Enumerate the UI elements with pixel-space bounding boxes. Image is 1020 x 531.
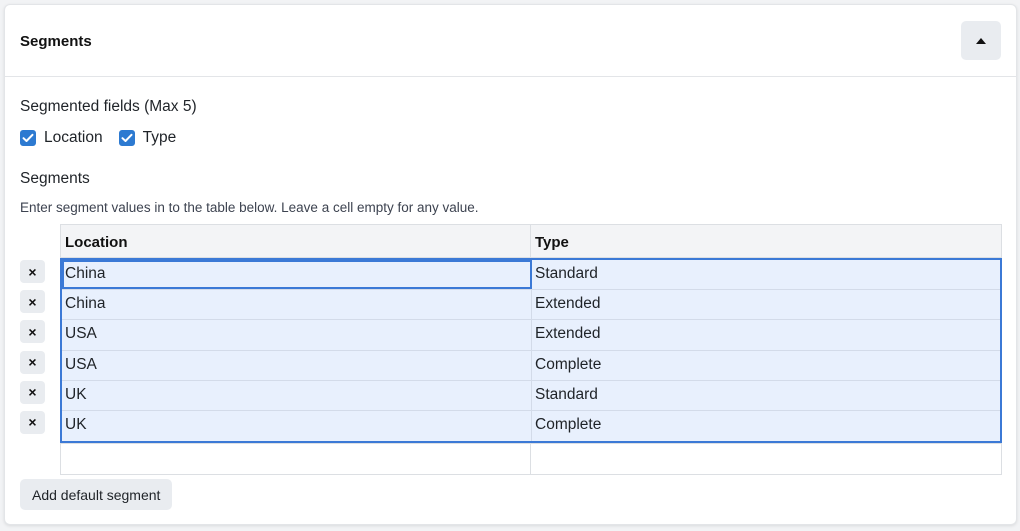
checkbox-label: Type [142,129,177,146]
cell-type[interactable]: Complete [532,351,1000,380]
panel-header: Segments [5,5,1016,77]
cell-type[interactable]: Standard [532,260,1000,289]
selected-rows: China Standard China Extended USA Extend… [60,258,1002,444]
segments-label: Segments [20,170,90,187]
checkmark-icon [22,133,34,142]
segments-table: Location Type China Standard China Exten… [60,224,1002,476]
cell-location-empty[interactable] [61,444,531,475]
segments-panel: Segments Segmented fields (Max 5) Locati… [4,4,1017,525]
checkbox-location[interactable] [20,130,36,146]
table-row: China Standard [62,260,1000,291]
caret-up-icon [976,37,986,44]
panel-title: Segments [20,33,92,50]
checkmark-icon [121,133,133,142]
cell-type[interactable]: Standard [532,381,1000,410]
delete-row-button[interactable]: × [20,350,45,374]
field-option-location[interactable]: Location [20,129,103,147]
collapse-button[interactable] [961,21,1001,60]
table-row: China Extended [62,290,1000,321]
delete-row-button[interactable]: × [20,380,45,404]
cell-location[interactable]: UK [62,380,532,410]
cell-location[interactable]: UK [62,410,532,442]
cell-location[interactable]: USA [62,320,532,350]
delete-row-button[interactable]: × [20,320,45,344]
segmented-fields-label: Segmented fields (Max 5) [20,98,197,115]
table-row: USA Extended [62,320,1000,351]
table-row: UK Standard [62,380,1000,411]
close-icon: × [28,354,37,371]
column-header-location: Location [61,225,531,257]
checkbox-label: Location [44,129,103,146]
table-row-empty [61,443,1001,475]
column-header-type: Type [535,234,569,251]
table-header: Location Type [61,225,1001,258]
cell-type[interactable]: Extended [532,290,1000,319]
close-icon: × [28,323,37,340]
delete-buttons: × × × × × × [20,260,45,441]
cell-type[interactable]: Extended [532,320,1000,349]
close-icon: × [28,414,37,431]
delete-row-button[interactable]: × [20,260,45,283]
checkbox-type[interactable] [118,130,135,146]
field-option-type[interactable]: Type [118,129,177,147]
add-default-segment-button[interactable]: Add default segment [20,479,173,510]
field-checkboxes: Location Type [20,129,192,147]
delete-row-button[interactable]: × [20,410,45,434]
close-icon: × [28,384,37,401]
cell-type-empty[interactable] [531,444,1001,474]
table-row: USA Complete [62,350,1000,381]
delete-row-button[interactable]: × [20,290,45,314]
cell-type[interactable]: Complete [532,411,1000,441]
close-icon: × [28,293,37,310]
close-icon: × [28,263,37,280]
segments-hint: Enter segment values in to the table bel… [20,200,479,215]
cell-location[interactable]: China [62,290,532,320]
cell-location[interactable]: USA [62,350,532,380]
cell-location[interactable]: China [62,260,532,290]
table-row: UK Complete [62,410,1000,442]
